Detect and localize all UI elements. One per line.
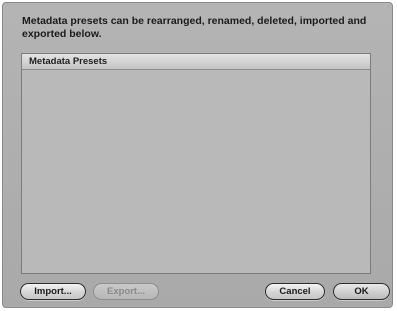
list-column-header[interactable]: Metadata Presets	[22, 54, 370, 70]
list-body[interactable]	[22, 70, 370, 273]
ok-button[interactable]: OK	[333, 283, 390, 300]
import-button[interactable]: Import...	[20, 283, 86, 300]
export-button[interactable]: Export...	[93, 283, 159, 300]
cancel-button[interactable]: Cancel	[265, 283, 325, 300]
dialog-description: Metadata presets can be rearranged, rena…	[22, 15, 367, 40]
metadata-presets-list[interactable]: Metadata Presets	[21, 53, 371, 274]
column-header-label: Metadata Presets	[29, 56, 108, 67]
metadata-presets-dialog: Metadata presets can be rearranged, rena…	[2, 2, 393, 308]
